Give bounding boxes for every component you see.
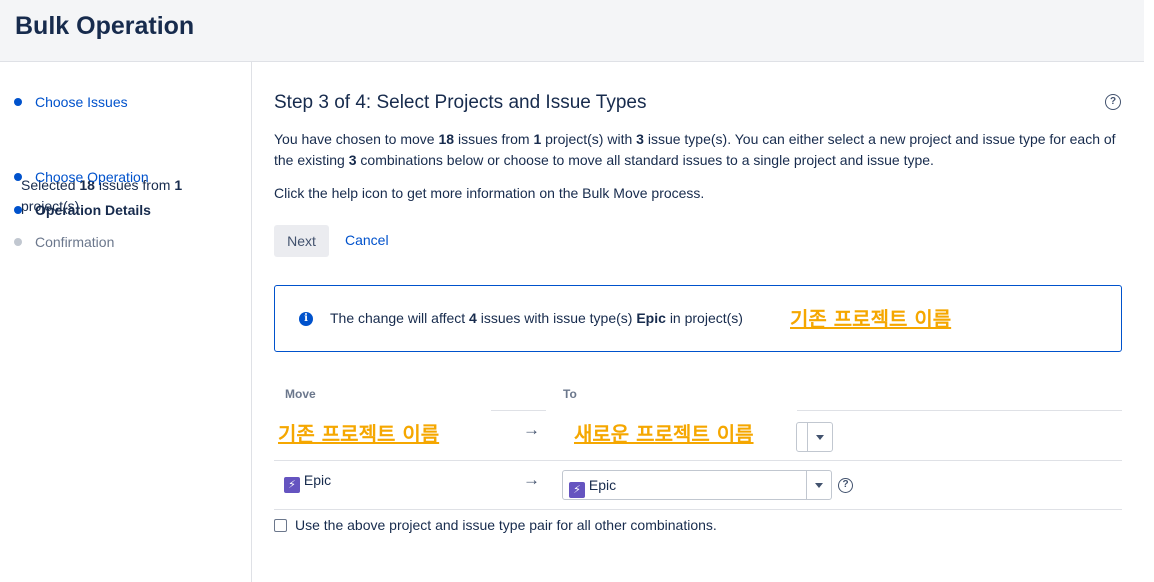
arrow-icon: →	[523, 420, 540, 439]
apply-all-label[interactable]: Use the above project and issue type pai…	[295, 517, 717, 533]
issue-type-help-icon[interactable]: ?	[838, 478, 853, 493]
source-issue-type: ⚡ Epic	[284, 472, 331, 493]
source-project-name: 기존 프로젝트 이름	[278, 422, 440, 446]
table-row-divider	[274, 460, 1122, 461]
table-divider	[491, 410, 546, 411]
cancel-link[interactable]: Cancel	[345, 232, 389, 248]
epic-icon: ⚡	[569, 482, 585, 498]
step-label: Confirmation	[35, 234, 115, 250]
step-dot-icon	[14, 238, 22, 246]
help-icon[interactable]: ?	[1105, 94, 1121, 110]
info-icon: i	[299, 312, 313, 326]
chevron-down-icon[interactable]	[806, 471, 831, 499]
table-row-divider	[274, 509, 1122, 510]
arrow-icon: →	[523, 470, 540, 489]
intro-paragraph: You have chosen to move 18 issues from 1…	[274, 131, 1116, 168]
table-divider	[797, 410, 1122, 411]
epic-icon: ⚡	[284, 477, 300, 493]
issue-type-select[interactable]: ⚡ Epic	[562, 470, 832, 500]
selected-issue-type: ⚡ Epic	[569, 477, 616, 498]
page-title: Bulk Operation	[15, 12, 195, 40]
step-dot-icon	[14, 173, 22, 181]
window-edge	[1144, 0, 1154, 582]
step-dot-icon	[14, 98, 22, 106]
info-message: i The change will affect 4 issues with i…	[274, 285, 1122, 352]
step-sidebar: Choose Issues Selected 18 issues from 1 …	[0, 62, 252, 582]
target-project-name[interactable]: 새로운 프로젝트 이름	[574, 418, 754, 447]
step-dot-icon	[14, 206, 22, 214]
column-to-header: To	[563, 387, 577, 401]
step-label[interactable]: Choose Operation	[35, 167, 149, 187]
summary-projects: 1	[174, 177, 183, 193]
project-select[interactable]	[796, 422, 833, 452]
info-project-name: 기존 프로젝트 이름	[790, 307, 952, 331]
chevron-down-icon[interactable]	[807, 423, 832, 451]
apply-all-checkbox[interactable]	[274, 519, 287, 532]
next-button[interactable]: Next	[274, 225, 329, 257]
column-move-header: Move	[285, 387, 316, 401]
step-title: Step 3 of 4: Select Projects and Issue T…	[274, 92, 647, 113]
step-label[interactable]: Choose Issues	[35, 92, 128, 112]
step-label: Operation Details	[35, 202, 151, 218]
info-text: The change will affect 4 issues with iss…	[330, 310, 743, 326]
page-header: Bulk Operation	[0, 0, 1144, 62]
help-hint-text: Click the help icon to get more informat…	[274, 185, 705, 201]
